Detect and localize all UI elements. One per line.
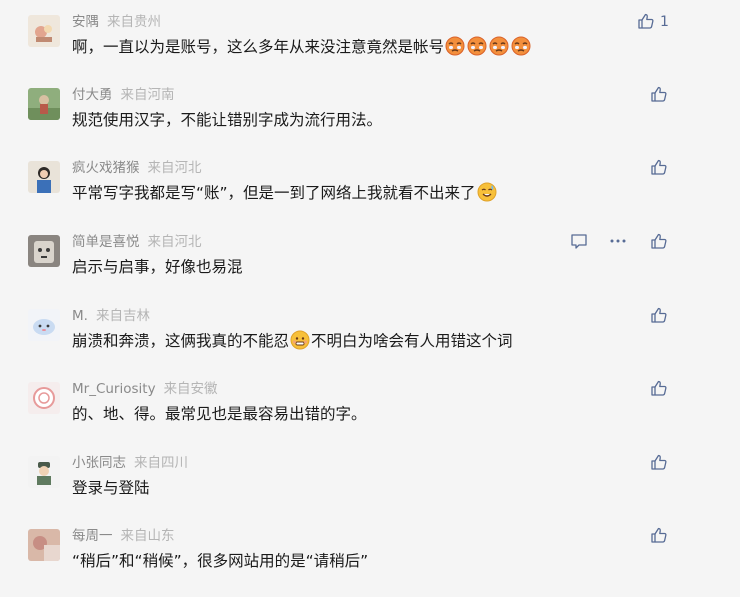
comment-meta: 疯火戏猪猴 来自河北 <box>72 159 202 177</box>
location: 来自安徽 <box>163 381 218 397</box>
comment-text: 啊，一直以为是账号，这么多年从来没注意竟然是帐号 <box>72 36 532 58</box>
thumbs-up-icon[interactable] <box>650 526 668 544</box>
bleeding-cry-face-icon <box>467 36 487 56</box>
location: 来自河南 <box>120 87 175 103</box>
avatar[interactable] <box>28 529 60 561</box>
avatar[interactable] <box>28 235 60 267</box>
location: 来自山东 <box>120 528 175 544</box>
comment-item: 简单是喜悦 来自河北 启示与启事，好像也易混 <box>0 220 740 293</box>
avatar[interactable] <box>28 15 60 47</box>
location: 来自贵州 <box>107 14 161 30</box>
comment-item: 疯火戏猪猴 来自河北 平常写字我都是写“账”，但是一到了网络上我就看不出来了 <box>0 146 740 219</box>
thumbs-up-icon[interactable] <box>650 158 668 176</box>
nickname[interactable]: 小张同志 <box>72 455 126 471</box>
comment-text-content: 啊，一直以为是账号，这么多年从来没注意竟然是帐号 <box>72 38 445 56</box>
avatar[interactable] <box>28 382 60 414</box>
comment-text: 崩溃和奔溃，这俩我真的不能忍 不明白为啥会有人用错这个词 <box>72 330 513 352</box>
nickname[interactable]: 每周一 <box>72 528 113 544</box>
more-icon[interactable] <box>608 232 628 250</box>
thumbs-up-icon[interactable] <box>637 12 655 30</box>
location: 来自吉林 <box>95 308 150 324</box>
thumbs-up-icon[interactable] <box>650 306 668 324</box>
nickname[interactable]: 安隅 <box>72 14 99 30</box>
comment-meta: M. 来自吉林 <box>72 307 150 325</box>
avatar[interactable] <box>28 309 60 341</box>
sweat-smile-face-icon <box>477 182 497 202</box>
nickname[interactable]: 付大勇 <box>72 87 113 103</box>
comment-item: 安隅 来自贵州 啊，一直以为是账号，这么多年从来没注意竟然是帐号 1 <box>0 0 740 73</box>
comment-meta: Mr_Curiosity 来自安徽 <box>72 380 218 398</box>
comment-text: 登录与登陆 <box>72 477 150 499</box>
comment-text-content: 登录与登陆 <box>72 479 150 497</box>
avatar[interactable] <box>28 456 60 488</box>
comment-meta: 安隅 来自贵州 <box>72 13 161 31</box>
bleeding-cry-face-icon <box>489 36 509 56</box>
comment-meta: 付大勇 来自河南 <box>72 86 175 104</box>
nickname[interactable]: 疯火戏猪猴 <box>72 160 140 176</box>
comment-item: M. 来自吉林 崩溃和奔溃，这俩我真的不能忍 不明白为啥会有人用错这个词 <box>0 294 740 367</box>
nickname[interactable]: Mr_Curiosity <box>72 381 156 397</box>
comment-meta: 每周一 来自山东 <box>72 527 175 545</box>
bleeding-cry-face-icon <box>511 36 531 56</box>
comment-meta: 小张同志 来自四川 <box>72 454 188 472</box>
comment-text: 规范使用汉字，不能让错别字成为流行用法。 <box>72 109 382 131</box>
comment-text-content: 崩溃和奔溃，这俩我真的不能忍 <box>72 332 290 350</box>
comment-item: 付大勇 来自河南 规范使用汉字，不能让错别字成为流行用法。 <box>0 73 740 146</box>
thumbs-up-icon[interactable] <box>650 232 668 250</box>
bleeding-cry-face-icon <box>445 36 465 56</box>
thumbs-up-icon[interactable] <box>650 379 668 397</box>
comment-text-content: 的、地、得。最常见也是最容易出错的字。 <box>72 405 367 423</box>
nickname[interactable]: M. <box>72 308 88 324</box>
location: 来自四川 <box>134 455 188 471</box>
comment-text-content: 不明白为啥会有人用错这个词 <box>311 332 513 350</box>
comment-text: 平常写字我都是写“账”，但是一到了网络上我就看不出来了 <box>72 182 498 204</box>
comment-text-content: 启示与启事，好像也易混 <box>72 258 243 276</box>
comment-text: “稍后”和“稍候”，很多网站用的是“请稍后” <box>72 550 368 572</box>
thumbs-up-icon[interactable] <box>650 453 668 471</box>
comment-text-content: 平常写字我都是写“账”，但是一到了网络上我就看不出来了 <box>72 184 476 202</box>
awkward-face-icon <box>290 330 310 350</box>
thumbs-up-icon[interactable] <box>650 85 668 103</box>
comment-text: 的、地、得。最常见也是最容易出错的字。 <box>72 403 367 425</box>
comment-meta: 简单是喜悦 来自河北 <box>72 233 202 251</box>
location: 来自河北 <box>147 160 202 176</box>
comment-list: 安隅 来自贵州 啊，一直以为是账号，这么多年从来没注意竟然是帐号 1 付大勇 来自河… <box>0 0 740 597</box>
comment-item: 小张同志 来自四川 登录与登陆 <box>0 441 740 514</box>
comment-text: 启示与启事，好像也易混 <box>72 256 243 278</box>
nickname[interactable]: 简单是喜悦 <box>72 234 140 250</box>
comment-text-content: 规范使用汉字，不能让错别字成为流行用法。 <box>72 111 383 129</box>
comment-text-content: “稍后”和“稍候”，很多网站用的是“请稍后” <box>72 552 369 570</box>
comment-item: 每周一 来自山东 “稍后”和“稍候”，很多网站用的是“请稍后” <box>0 514 740 587</box>
comment-item: Mr_Curiosity 来自安徽 的、地、得。最常见也是最容易出错的字。 <box>0 367 740 440</box>
like-count: 1 <box>660 14 669 30</box>
avatar[interactable] <box>28 161 60 193</box>
location: 来自河北 <box>147 234 202 250</box>
reply-icon[interactable] <box>570 232 588 250</box>
avatar[interactable] <box>28 88 60 120</box>
